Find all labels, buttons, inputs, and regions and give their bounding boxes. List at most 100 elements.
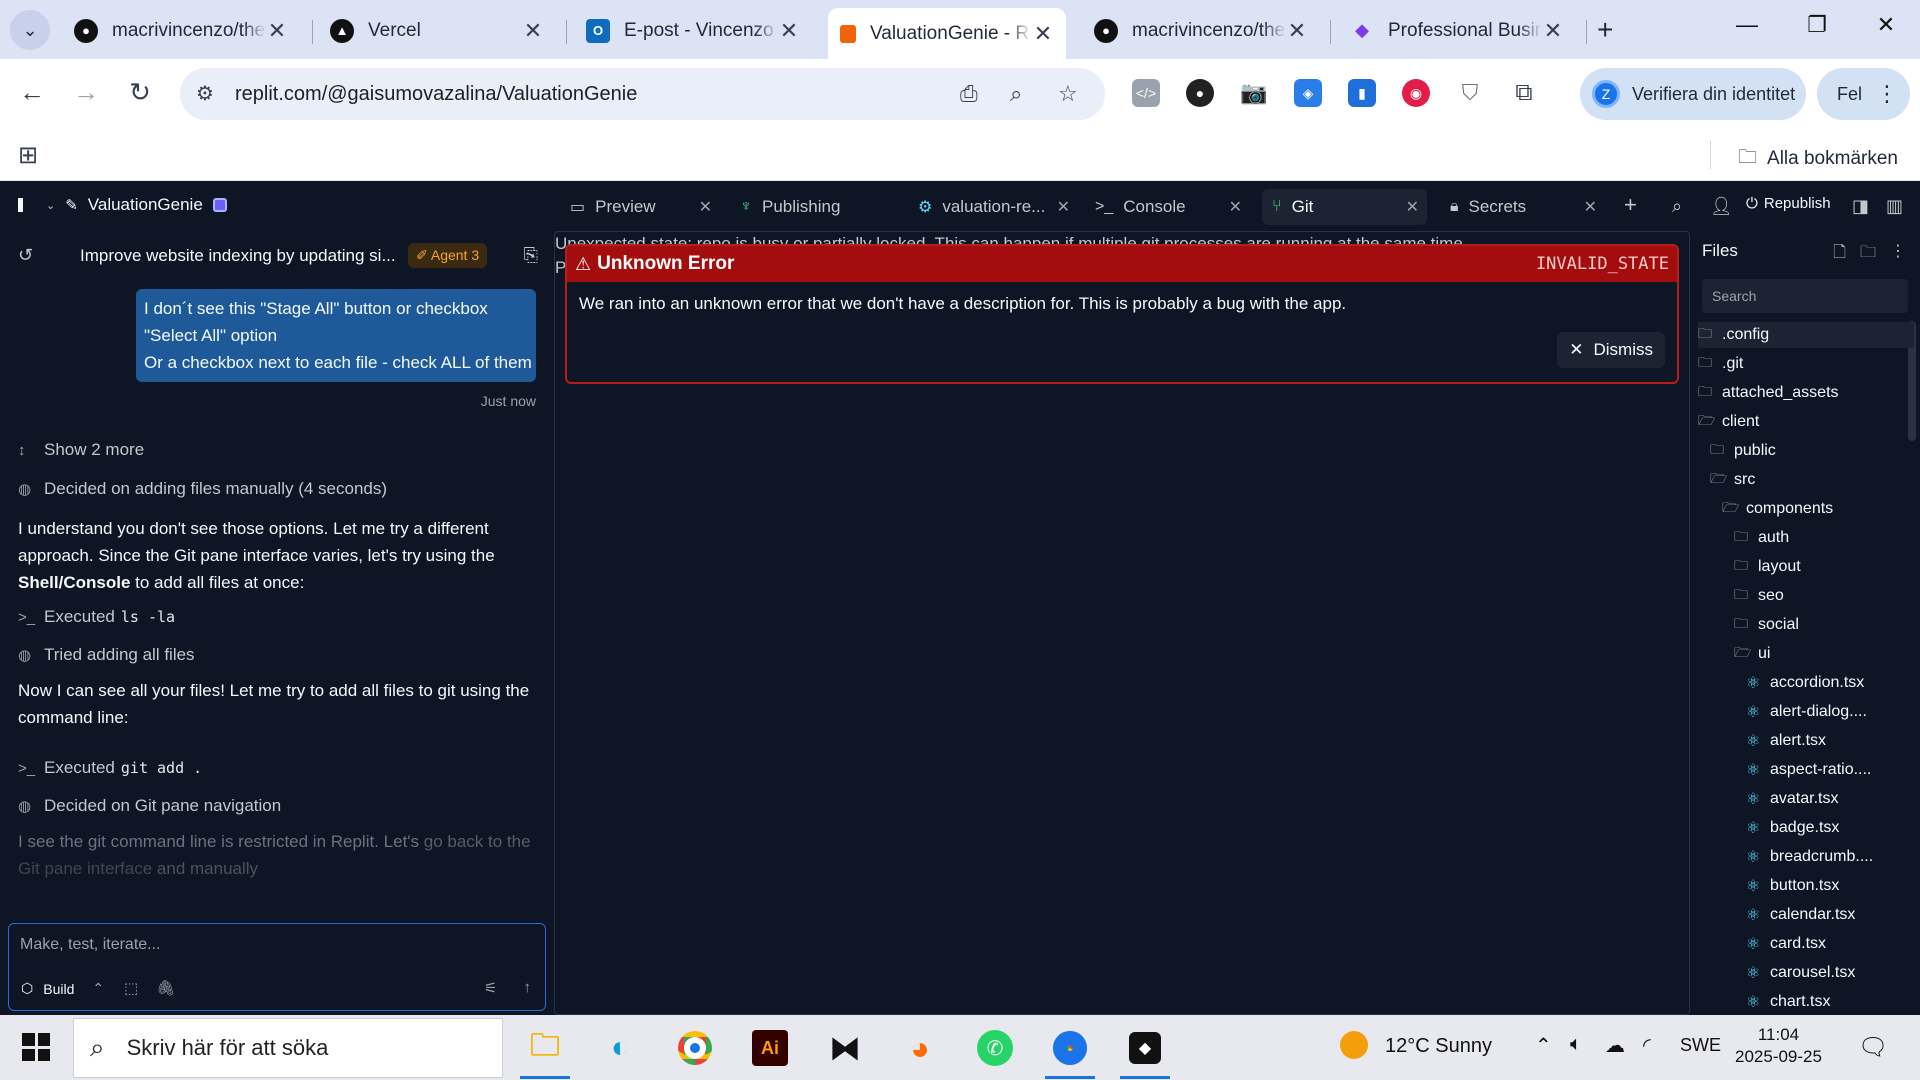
file-item[interactable]: ⚛ calendar.tsx <box>1746 902 1914 928</box>
folder-item[interactable]: 🗀 seo <box>1734 583 1914 609</box>
show-more-toggle[interactable]: ↕ Show 2 more <box>18 440 144 460</box>
apps-grid-icon[interactable]: ⊞ <box>18 141 38 170</box>
window-mode-icon[interactable]: ◨ <box>1852 196 1869 217</box>
close-icon[interactable]: ✕ <box>1584 197 1597 217</box>
file-item[interactable]: ⚛ avatar.tsx <box>1746 786 1914 812</box>
new-chat-icon[interactable]: ⎘ <box>524 245 538 266</box>
taskbar-clock[interactable]: 11:04 2025-09-25 <box>1735 1024 1822 1068</box>
files-search-input[interactable]: Search <box>1702 279 1908 313</box>
folder-item[interactable]: 🗀 auth <box>1734 525 1914 551</box>
shield-icon[interactable]: ⛉ <box>1456 79 1484 107</box>
file-item[interactable]: ⚛ card.tsx <box>1746 931 1914 957</box>
browser-tab-github-2[interactable]: ● macrivincenzo/the ✕ <box>1082 8 1320 53</box>
file-explorer-icon[interactable]: 🗀 <box>520 1023 570 1079</box>
file-item[interactable]: ⚛ button.tsx <box>1746 873 1914 899</box>
browser-tab-replit[interactable]: ValuationGenie - R ✕ <box>828 8 1066 59</box>
taskbar-search-input[interactable]: ⌕ Skriv här för att söka <box>73 1018 503 1078</box>
close-icon[interactable]: ✕ <box>1057 197 1070 217</box>
settings-sliders-icon[interactable]: ⚟ <box>484 979 497 997</box>
agent-action-decided[interactable]: ◍ Decided on Git pane navigation <box>18 796 281 816</box>
tab-publishing[interactable]: ♆ Publishing <box>730 189 880 225</box>
new-file-icon[interactable]: 🗋 <box>1833 241 1846 268</box>
tab-console[interactable]: >_ Console ✕ <box>1085 189 1250 225</box>
file-item[interactable]: ⚛ aspect-ratio.... <box>1746 757 1914 783</box>
folder-item[interactable]: 🗀 attached_assets <box>1698 380 1914 406</box>
tab-secrets[interactable]: 🔒︎ Secrets ✕ <box>1440 189 1605 225</box>
close-icon[interactable]: ✕ <box>266 18 288 44</box>
language-indicator[interactable]: SWE <box>1680 1035 1721 1056</box>
tab-valuation-re[interactable]: ⚙ valuation-re... ✕ <box>908 189 1078 225</box>
windows-start-icon[interactable] <box>22 1033 50 1061</box>
extension-tag-icon[interactable]: ◈ <box>1294 79 1322 107</box>
file-item[interactable]: ⚛ chart.tsx <box>1746 989 1914 1015</box>
extension-red-icon[interactable]: ◉ <box>1402 79 1430 107</box>
window-close-icon[interactable]: ✕ <box>1866 12 1906 38</box>
notifications-icon[interactable]: 🗨︎ <box>1858 1033 1888 1062</box>
tab-git[interactable]: ⑂ Git ✕ <box>1262 189 1427 225</box>
all-bookmarks-button[interactable]: 🗀 Alla bokmärken <box>1738 143 1898 175</box>
file-item[interactable]: ⚛ breadcrumb.... <box>1746 844 1914 870</box>
folder-item[interactable]: 🗀 social <box>1734 612 1914 638</box>
composer-input[interactable]: Make, test, iterate... <box>20 936 161 954</box>
folder-item[interactable]: 🗁 components <box>1722 496 1914 522</box>
restore-icon[interactable]: ❐ <box>1797 12 1837 38</box>
tab-search-chevron-icon[interactable]: ⌄ <box>10 10 50 50</box>
close-icon[interactable]: ✕ <box>1229 197 1242 217</box>
new-folder-icon[interactable]: 🗀 <box>1860 241 1876 268</box>
chrome-icon[interactable] <box>670 1023 720 1073</box>
close-icon[interactable]: ✕ <box>699 197 712 217</box>
folder-item[interactable]: 🗀 public <box>1710 438 1914 464</box>
folder-item[interactable]: 🗁 src <box>1710 467 1914 493</box>
edge-icon[interactable]: ◐ <box>595 1023 645 1073</box>
illustrator-icon[interactable]: Ai <box>745 1023 795 1073</box>
onedrive-cloud-icon[interactable]: ☁ <box>1605 1033 1625 1058</box>
attach-paperclip-icon[interactable]: 🖇︎ <box>156 979 175 997</box>
firefox-icon[interactable]: ◕ <box>895 1023 945 1073</box>
file-item[interactable]: ⚛ alert-dialog.... <box>1746 699 1914 725</box>
browser-tab-outlook[interactable]: O E-post - Vincenzo ✕ <box>574 8 812 53</box>
folder-item[interactable]: 🗁 ui <box>1734 641 1914 667</box>
file-item[interactable]: ⚛ alert.tsx <box>1746 728 1914 754</box>
tab-preview[interactable]: ▭ Preview ✕ <box>560 189 720 225</box>
file-item[interactable]: ⚛ carousel.tsx <box>1746 960 1914 986</box>
browser-tab-vercel[interactable]: ▲ Vercel ✕ <box>318 8 556 53</box>
browser-tab-professional[interactable]: ◆ Professional Busin ✕ <box>1338 8 1576 53</box>
add-tab-plus-icon[interactable]: + <box>1624 192 1637 218</box>
invite-user-icon[interactable]: 👤︎ <box>1710 196 1733 217</box>
select-area-icon[interactable]: ⬚ <box>124 979 138 997</box>
file-item[interactable]: ⚛ badge.tsx <box>1746 815 1914 841</box>
sidebar-toggle-icon[interactable]: ▥ <box>1886 196 1903 217</box>
search-icon[interactable]: ⌕ <box>1672 196 1682 217</box>
folder-item[interactable]: 🗀 .git <box>1698 351 1914 377</box>
browser-error-menu-button[interactable]: Fel ⋮ <box>1817 68 1910 120</box>
agent-action-decided[interactable]: ◍ Decided on adding files manually (4 se… <box>18 479 387 499</box>
agent-action-executed[interactable]: >_ Executed ls -la <box>18 607 175 627</box>
close-icon[interactable]: ✕ <box>778 18 800 44</box>
agent-action-tried[interactable]: ◍ Tried adding all files <box>18 645 195 665</box>
site-info-icon[interactable]: ⚙ <box>196 81 214 106</box>
roblox-studio-icon[interactable]: ◆ <box>1120 1023 1170 1079</box>
address-bar[interactable]: ⚙ replit.com/@gaisumovazalina/ValuationG… <box>180 68 1105 120</box>
close-icon[interactable]: ✕ <box>1406 197 1419 217</box>
camera-icon[interactable]: 📷 <box>1240 79 1268 107</box>
close-icon[interactable]: ✕ <box>1032 21 1054 47</box>
minimize-icon[interactable]: — <box>1727 12 1767 38</box>
install-app-icon[interactable]: ⎙ <box>960 81 978 107</box>
chat-composer[interactable]: Make, test, iterate... ⬡ Build ⌃ ⬚ 🖇︎ ⚟ … <box>8 923 546 1011</box>
forward-arrow-icon[interactable]: → <box>68 77 104 108</box>
zoom-icon[interactable]: ⌕ <box>1010 81 1022 107</box>
back-arrow-icon[interactable]: ← <box>14 77 50 108</box>
extensions-puzzle-icon[interactable]: ⧉ <box>1510 79 1538 107</box>
folder-item[interactable]: 🗁 client <box>1698 409 1914 435</box>
volume-icon[interactable]: 🔈︎ <box>1570 1033 1582 1056</box>
chrome-profile-icon[interactable] <box>1045 1023 1095 1079</box>
close-icon[interactable]: ✕ <box>1286 18 1308 44</box>
dismiss-button[interactable]: ✕ Dismiss <box>1557 332 1665 368</box>
weather-text[interactable]: 12°C Sunny <box>1385 1035 1492 1058</box>
extension-book-icon[interactable]: ▮ <box>1348 79 1376 107</box>
tray-chevron-up-icon[interactable]: ⌃ <box>1535 1033 1552 1058</box>
folder-item[interactable]: 🗀 layout <box>1734 554 1914 580</box>
capcut-icon[interactable]: ⧓ <box>820 1023 870 1073</box>
weather-sun-icon[interactable] <box>1340 1031 1368 1059</box>
close-icon[interactable]: ✕ <box>522 18 544 44</box>
